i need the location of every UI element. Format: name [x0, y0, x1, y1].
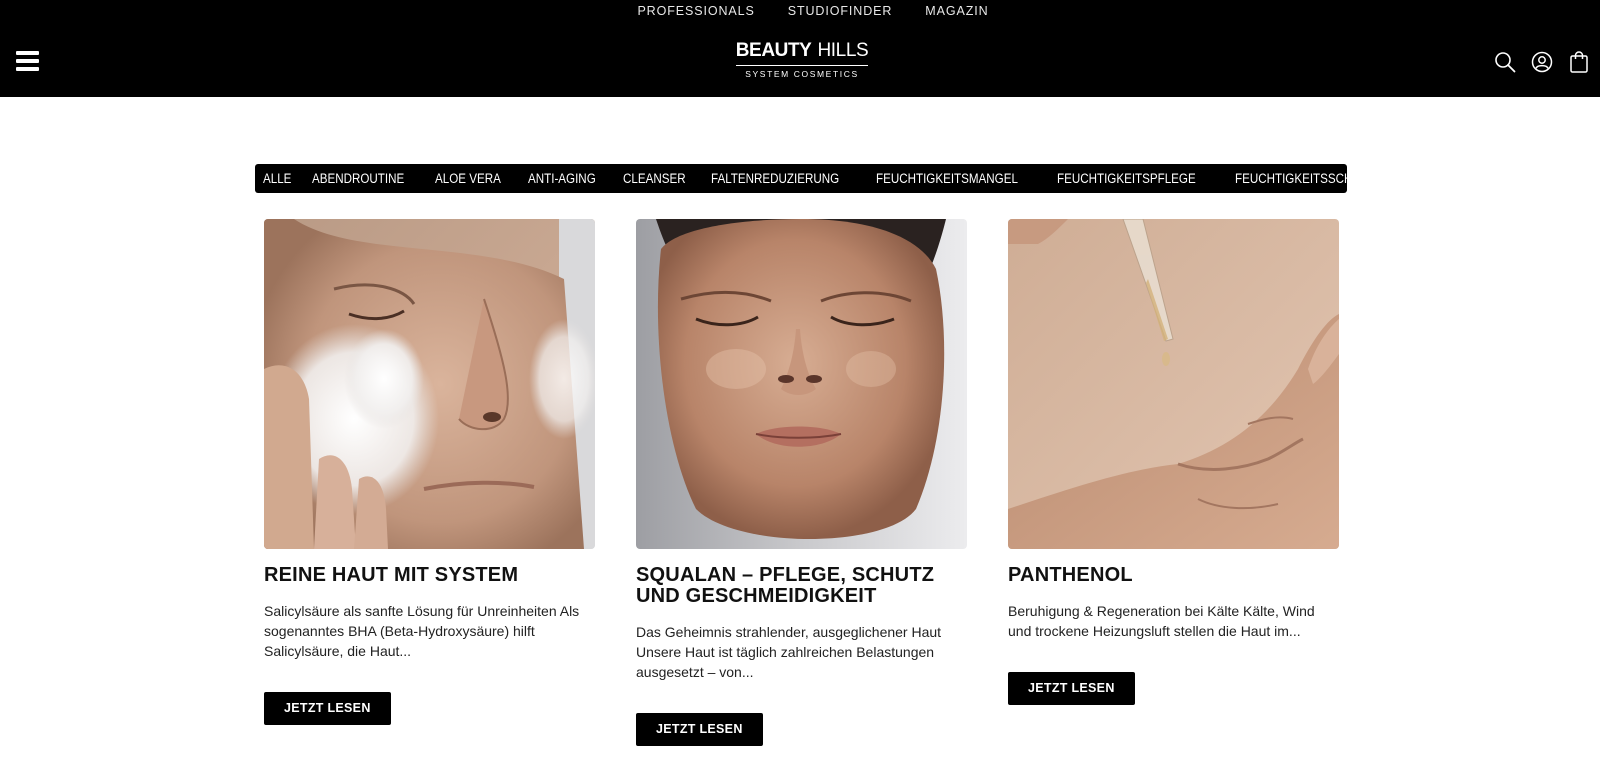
article-card: SQUALAN – PFLEGE, SCHUTZ UND GESCHMEIDIG…	[636, 219, 967, 746]
category-faltenreduzierung[interactable]: FALTENREDUZIERUNG	[711, 164, 839, 193]
category-alle[interactable]: ALLE	[263, 164, 291, 193]
category-aloe-vera[interactable]: ALOE VERA	[435, 164, 501, 193]
category-feuchtigkeitsschutz[interactable]: FEUCHTIGKEITSSCHUTZ	[1235, 164, 1347, 193]
category-feuchtigkeitsmangel[interactable]: FEUCHTIGKEITSMANGEL	[876, 164, 1018, 193]
nav-professionals[interactable]: PROFESSIONALS	[637, 3, 754, 20]
nav-studiofinder[interactable]: STUDIOFINDER	[788, 3, 893, 20]
logo-word-right: HILLS	[817, 40, 869, 61]
article-card: REINE HAUT MIT SYSTEM Salicylsäure als s…	[264, 219, 595, 725]
category-anti-aging[interactable]: ANTI-AGING	[528, 164, 596, 193]
read-now-button[interactable]: JETZT LESEN	[636, 713, 763, 746]
category-abendroutine[interactable]: ABENDROUTINE	[312, 164, 404, 193]
nav-magazin[interactable]: MAGAZIN	[925, 3, 988, 20]
menu-icon[interactable]	[16, 51, 39, 71]
brand-logo[interactable]: BEAUTY HILLS SYSTEM COSMETICS	[735, 40, 869, 82]
article-excerpt: Salicylsäure als sanfte Lösung für Unrei…	[264, 603, 580, 659]
site-header: PROFESSIONALS STUDIOFINDER MAGAZIN BEAUT…	[0, 0, 1600, 97]
search-icon[interactable]	[1493, 50, 1516, 73]
read-now-button[interactable]: JETZT LESEN	[1008, 672, 1135, 705]
article-image-face-portrait[interactable]	[636, 219, 967, 549]
header-actions	[1493, 50, 1590, 73]
article-image-serum-dropper[interactable]	[1008, 219, 1339, 549]
article-image-face-cleansing[interactable]	[264, 219, 595, 549]
article-excerpt: Das Geheimnis strahlender, ausgeglichene…	[636, 624, 942, 680]
top-nav: PROFESSIONALS STUDIOFINDER MAGAZIN	[0, 3, 1600, 20]
category-feuchtigkeitspflege[interactable]: FEUCHTIGKEITSPFLEGE	[1057, 164, 1196, 193]
cart-icon[interactable]	[1567, 50, 1590, 73]
category-filter-bar: ALLE ABENDROUTINE ALOE VERA ANTI-AGING C…	[255, 164, 1347, 193]
article-title[interactable]: SQUALAN – PFLEGE, SCHUTZ UND GESCHMEIDIG…	[636, 565, 967, 607]
article-title[interactable]: REINE HAUT MIT SYSTEM	[264, 565, 595, 586]
read-now-button[interactable]: JETZT LESEN	[264, 692, 391, 725]
article-card: PANTHENOL Beruhigung & Regeneration bei …	[1008, 219, 1339, 705]
logo-word-left: BEAUTY	[735, 40, 812, 61]
category-cleanser[interactable]: CLEANSER	[623, 164, 686, 193]
article-excerpt: Beruhigung & Regeneration bei Kälte Kält…	[1008, 603, 1315, 639]
account-icon[interactable]	[1530, 50, 1553, 73]
article-title[interactable]: PANTHENOL	[1008, 565, 1339, 586]
logo-tagline: SYSTEM COSMETICS	[745, 69, 859, 79]
